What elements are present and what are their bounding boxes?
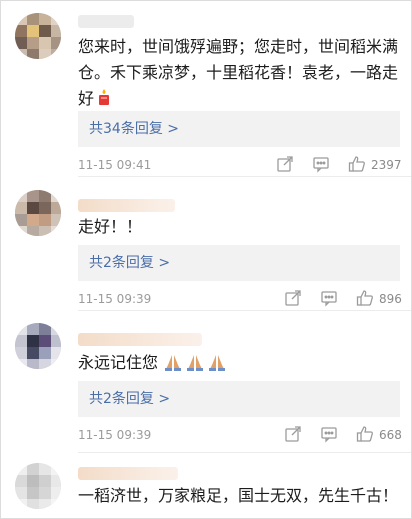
comment-item: 一稻济世，万家粮足，国士无双，先生千古！ [1, 453, 411, 518]
comment-item: 走好！！ 共2条回复 > 11-15 09:39 896 [1, 177, 411, 311]
comment-time: 11-15 09:41 [78, 158, 152, 172]
comment-time: 11-15 09:39 [78, 428, 152, 442]
comment-meta: 11-15 09:39 896 [78, 289, 402, 309]
praying-hands-icon [164, 353, 226, 379]
comment-time: 11-15 09:39 [78, 292, 152, 306]
comment-item: 永远记住您 共2条回复 > 11-15 09:39 668 [1, 311, 411, 453]
comment-list: 您来时，世间饿殍遍野；您走时，世间稻米满仓。禾下乘凉梦，十里稻花香！袁老，一路走… [0, 0, 412, 519]
comment-text: 您来时，世间饿殍遍野；您走时，世间稻米满仓。禾下乘凉梦，十里稻花香！袁老，一路走… [78, 34, 398, 114]
like-count: 896 [379, 292, 402, 306]
username-blurred[interactable] [78, 467, 178, 480]
share-icon[interactable] [284, 425, 302, 443]
comment-text: 走好！！ [78, 217, 143, 236]
username-blurred[interactable] [78, 15, 134, 28]
view-replies-button[interactable]: 共34条回复 > [78, 111, 400, 147]
like-icon[interactable] [348, 155, 366, 173]
comment-item: 您来时，世间饿殍遍野；您走时，世间稻米满仓。禾下乘凉梦，十里稻花香！袁老，一路走… [1, 1, 411, 177]
comment-icon[interactable] [320, 289, 338, 307]
like-icon[interactable] [356, 425, 374, 443]
comment-icon[interactable] [320, 425, 338, 443]
share-icon[interactable] [284, 289, 302, 307]
comment-icon[interactable] [312, 155, 330, 173]
username-blurred[interactable] [78, 333, 202, 346]
avatar[interactable] [15, 463, 61, 509]
avatar[interactable] [15, 13, 61, 59]
username-blurred[interactable] [78, 199, 175, 212]
avatar[interactable] [15, 190, 61, 236]
comment-text: 一稻济世，万家粮足，国士无双，先生千古！ [78, 486, 399, 505]
comment-text: 永远记住您 [78, 350, 398, 379]
like-count: 2397 [371, 158, 402, 172]
view-replies-button[interactable]: 共2条回复 > [78, 381, 400, 417]
avatar[interactable] [15, 323, 61, 369]
share-icon[interactable] [276, 155, 294, 173]
view-replies-button[interactable]: 共2条回复 > [78, 245, 400, 281]
like-icon[interactable] [356, 289, 374, 307]
like-count: 668 [379, 428, 402, 442]
comment-meta: 11-15 09:39 668 [78, 425, 402, 445]
comment-meta: 11-15 09:41 2397 [78, 155, 402, 175]
